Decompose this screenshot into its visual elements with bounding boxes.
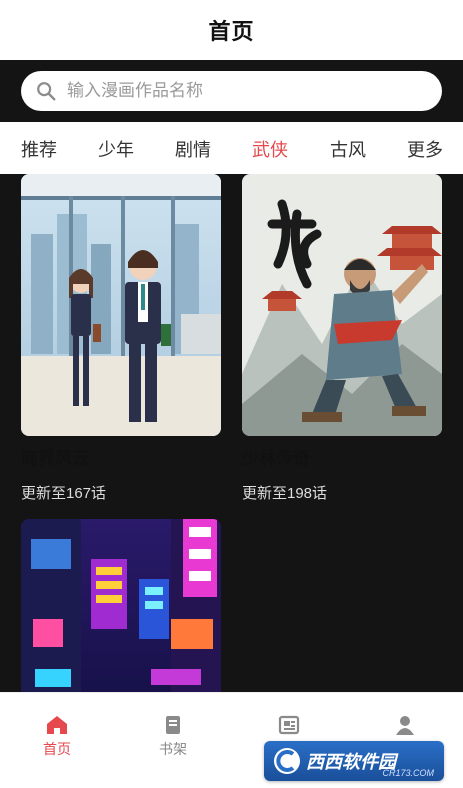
home-icon (47, 716, 67, 734)
comic-card[interactable]: 少林传奇 更新至198话 (242, 174, 442, 503)
book-icon (166, 716, 180, 734)
comic-cover[interactable] (242, 174, 442, 436)
office-cover-image (21, 174, 221, 436)
search-input[interactable] (67, 81, 407, 101)
tab-more[interactable]: 更多 (407, 136, 443, 162)
page-title: 首页 (208, 19, 255, 44)
watermark-logo-icon (274, 748, 300, 774)
search-box[interactable] (21, 71, 442, 111)
comic-grid: 商界风云 更新至167话 少林传奇 更新至198话 (0, 174, 463, 692)
tab-recommend[interactable]: 推荐 (21, 136, 57, 162)
bottom-navigation: 首页 书架 西西软件园 CR173.COM (0, 692, 463, 788)
comic-update: 更新至198话 (242, 485, 328, 502)
nav-profile[interactable] (375, 715, 435, 739)
category-tabs: 推荐 少年 剧情 武侠 古风 更多 (0, 122, 463, 174)
tab-shonen[interactable]: 少年 (98, 136, 134, 162)
tab-ancient-style[interactable]: 古风 (330, 136, 366, 162)
search-bar-area (0, 60, 463, 122)
tab-drama[interactable]: 剧情 (175, 136, 211, 162)
nav-home-label: 首页 (43, 741, 71, 757)
nav-bookshelf-label: 书架 (159, 741, 187, 757)
neon-city-cover-image (21, 519, 221, 692)
shaolin-cover-image (242, 174, 442, 436)
nav-home[interactable]: 首页 (27, 715, 87, 759)
comic-update: 更新至167话 (21, 485, 107, 502)
nav-bookshelf[interactable]: 书架 (143, 715, 203, 759)
watermark-subtext: CR173.COM (382, 768, 434, 778)
comic-title[interactable]: 少林传奇 (242, 444, 442, 468)
user-icon (396, 716, 414, 735)
tab-wuxia[interactable]: 武侠 (252, 136, 288, 162)
watermark-logo: 西西软件园 CR173.COM (264, 741, 444, 781)
news-icon (278, 715, 300, 735)
top-header: 首页 (0, 0, 463, 60)
comic-card[interactable] (21, 519, 221, 692)
comic-cover[interactable] (21, 174, 221, 436)
search-icon (37, 82, 56, 101)
comic-card[interactable]: 商界风云 更新至167话 (21, 174, 221, 503)
nav-news[interactable] (259, 715, 319, 739)
comic-title[interactable]: 商界风云 (21, 444, 221, 468)
comic-cover[interactable] (21, 519, 221, 692)
